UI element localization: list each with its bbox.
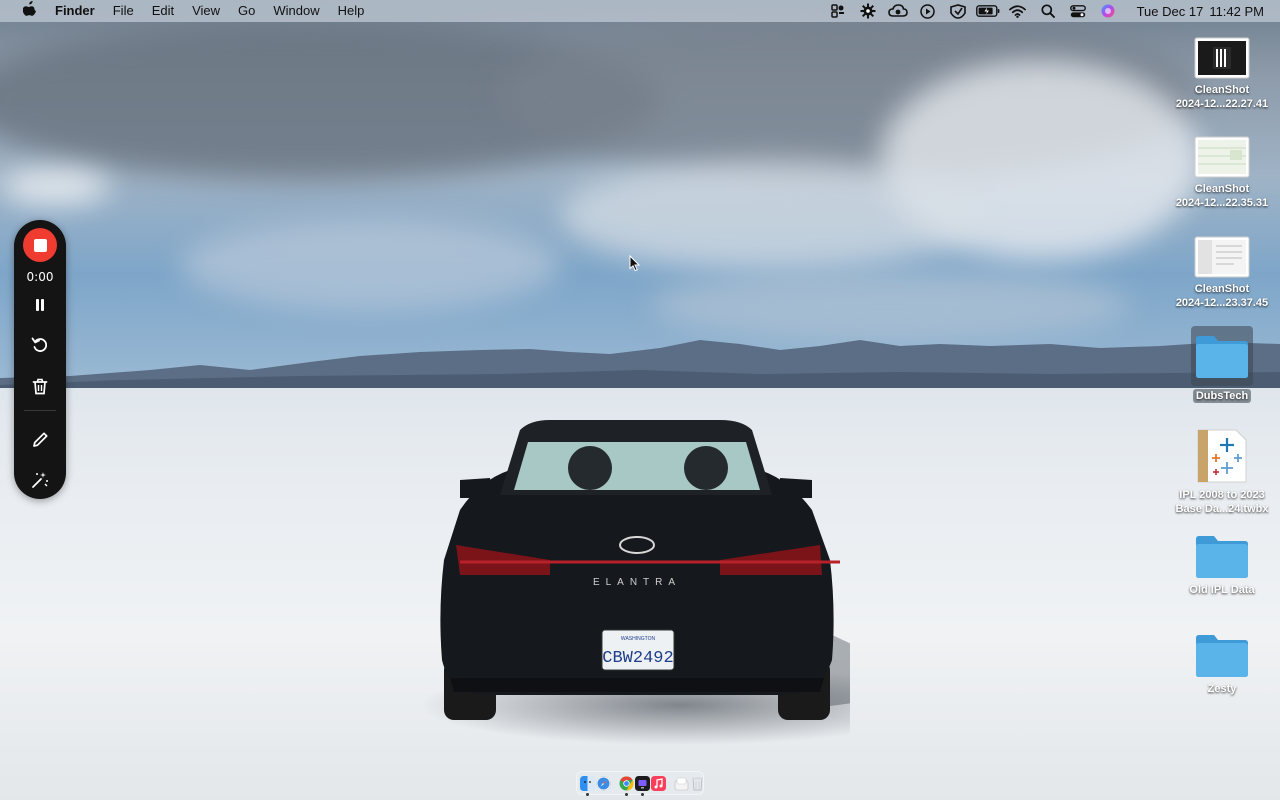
car-image: ELANTRA WASHINGTON CBW2492 [420, 420, 850, 745]
chrome-icon[interactable] [619, 775, 634, 796]
file-name: IPL 2008 to 2023 [1179, 489, 1265, 501]
plate-state: WASHINGTON [621, 636, 656, 642]
app-name-menu[interactable]: Finder [46, 0, 104, 22]
menu-go[interactable]: Go [229, 0, 264, 22]
trash-icon[interactable] [690, 776, 705, 791]
safari-icon[interactable] [596, 775, 611, 791]
menu-file[interactable]: File [104, 0, 143, 22]
tv-icon[interactable] [635, 775, 650, 796]
menu-bar: Finder File Edit View Go Window Help Tue… [0, 0, 1280, 22]
screenshot-thumbnail-icon [1167, 37, 1277, 79]
figma-icon[interactable] [823, 0, 853, 22]
folder-icon [1191, 326, 1253, 386]
file-name-detail: 2024-12...22.27.41 [1175, 98, 1269, 110]
delete-recording-button[interactable] [28, 374, 52, 398]
desktop-folder-zesty[interactable]: Zesty [1167, 632, 1277, 696]
file-name-detail: 2024-12...22.35.31 [1175, 197, 1269, 209]
menu-edit[interactable]: Edit [143, 0, 183, 22]
desktop-file-cleanshot-3[interactable]: CleanShot 2024-12...23.37.45 [1167, 236, 1277, 310]
screen-recording-toolbar: 0:00 [14, 220, 66, 499]
cloud [180, 220, 560, 310]
dock [576, 771, 705, 796]
file-name: CleanShot [1194, 283, 1250, 295]
restart-button[interactable] [28, 333, 52, 357]
menubar-clock[interactable]: Tue Dec 17 11:42 PM [1123, 4, 1264, 19]
restart-icon [31, 337, 48, 352]
trash-icon [32, 378, 48, 394]
menu-help[interactable]: Help [329, 0, 374, 22]
desktop-wallpaper: ELANTRA WASHINGTON CBW2492 [0, 0, 1280, 800]
control-center-icon[interactable] [1063, 0, 1093, 22]
desktop-file-cleanshot-1[interactable]: CleanShot 2024-12...22.27.41 [1167, 37, 1277, 111]
file-name: CleanShot [1194, 84, 1250, 96]
desktop-folder-dubstech[interactable]: DubsTech [1167, 326, 1277, 403]
license-plate: CBW2492 [602, 649, 673, 668]
file-name: CleanShot [1194, 183, 1250, 195]
pause-icon [36, 299, 44, 311]
toolbar-divider [24, 410, 56, 411]
car-badge: ELANTRA [593, 577, 681, 588]
effects-button[interactable] [28, 468, 52, 492]
clock-date: Tue Dec 17 [1136, 3, 1204, 19]
tableau-file-icon [1167, 428, 1277, 484]
screenshot-thumbnail-icon [1167, 236, 1277, 278]
search-icon[interactable] [1033, 0, 1063, 22]
folder-icon [1167, 632, 1277, 678]
pause-button[interactable] [28, 293, 52, 317]
cloud-sync-icon[interactable] [883, 0, 913, 22]
apple-menu-icon[interactable] [14, 0, 46, 22]
desktop-file-ipl-workbook[interactable]: IPL 2008 to 2023 Base Da...24.twbx [1167, 428, 1277, 516]
cloud [0, 170, 110, 204]
pencil-icon [32, 431, 48, 447]
music-icon[interactable] [651, 775, 666, 791]
menu-view[interactable]: View [183, 0, 229, 22]
recording-timer: 0:00 [26, 270, 54, 284]
clock-time: 11:42 PM [1209, 3, 1264, 19]
cloud [560, 160, 980, 270]
folder-name: Old IPL Data [1189, 584, 1255, 596]
finder-icon[interactable] [580, 775, 595, 796]
magic-wand-icon [32, 472, 48, 488]
gear-star-icon[interactable] [853, 0, 883, 22]
siri-icon[interactable] [1093, 0, 1123, 22]
folder-name: DubsTech [1192, 389, 1252, 403]
folder-icon [1167, 533, 1277, 579]
mouse-cursor-icon [629, 255, 641, 272]
desktop-file-cleanshot-2[interactable]: CleanShot 2024-12...22.35.31 [1167, 136, 1277, 210]
folder-name: Zesty [1207, 683, 1237, 695]
annotate-button[interactable] [28, 427, 52, 451]
shield-icon[interactable] [943, 0, 973, 22]
play-circle-icon[interactable] [913, 0, 943, 22]
file-name-detail: Base Da...24.twbx [1175, 503, 1269, 515]
documents-icon[interactable] [674, 776, 689, 791]
desktop-folder-old-ipl-data[interactable]: Old IPL Data [1167, 533, 1277, 597]
menu-window[interactable]: Window [264, 0, 328, 22]
wifi-icon[interactable] [1003, 0, 1033, 22]
screenshot-thumbnail-icon [1167, 136, 1277, 178]
file-name-detail: 2024-12...23.37.45 [1175, 297, 1269, 309]
stop-recording-button[interactable] [23, 228, 57, 262]
stop-icon [33, 238, 47, 252]
battery-icon[interactable] [973, 0, 1003, 22]
